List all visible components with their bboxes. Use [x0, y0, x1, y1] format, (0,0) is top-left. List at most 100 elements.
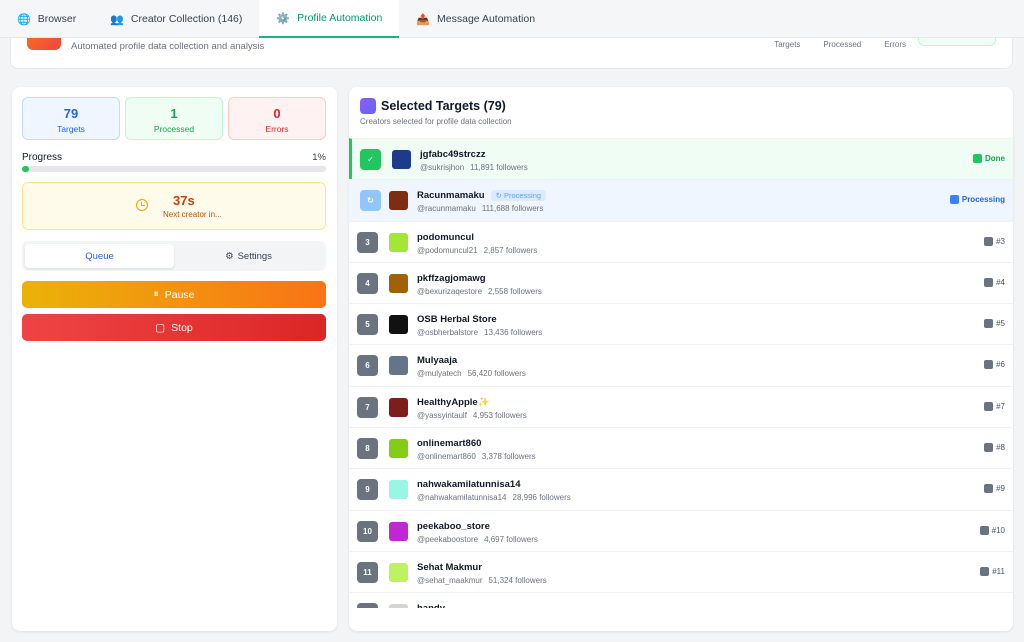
creator-meta: @sehat_maakmur 51,324 followers: [417, 576, 547, 585]
status-text: Done: [985, 154, 1005, 163]
tab-message-automation[interactable]: 📤 Message Automation: [399, 0, 552, 38]
tab-queue[interactable]: Queue: [25, 244, 174, 268]
header-stats: Targets Processed Errors: [774, 40, 906, 49]
clock-icon: [136, 199, 148, 211]
gear-icon: ⚙️: [276, 12, 291, 25]
row-status: #8: [984, 443, 1005, 453]
avatar: [389, 191, 408, 211]
stop-label: Stop: [171, 321, 193, 334]
row-status: #4: [984, 277, 1005, 287]
creator-name: HealthyApple✨: [417, 397, 490, 408]
creator-name: handy: [417, 603, 445, 608]
header-stat-errors: Errors: [884, 40, 906, 49]
targets-panel: Selected Targets (79) Creators selected …: [349, 87, 1013, 631]
table-row[interactable]: 3 podomuncul @podomuncul21 2,857 followers #…: [349, 220, 1013, 262]
status-text: #8: [996, 443, 1005, 453]
creator-name-text: OSB Herbal Store: [417, 314, 497, 326]
creator-meta: @sukrisjhon 11,891 followers: [420, 163, 528, 172]
status-text: #7: [996, 401, 1005, 411]
row-number-badge: 3: [357, 231, 378, 253]
tab-queue-label: Queue: [85, 250, 114, 262]
creator-handle: @sehat_maakmur: [417, 575, 483, 585]
targets-list[interactable]: ✓ jgfabc49strczz @sukrisjhon 11,891 followe…: [349, 138, 1013, 608]
header-subtitle: Automated profile data collection and an…: [71, 41, 265, 52]
creator-name: OSB Herbal Store: [417, 314, 497, 325]
table-row[interactable]: 6 Mulyaaja @mulyatech 56,420 followers #6: [349, 344, 1013, 385]
header-stat-targets: Targets: [774, 40, 801, 49]
row-number-badge: ✓: [360, 149, 381, 170]
creator-name-text: pkffzagjomawg: [417, 272, 486, 284]
avatar: [392, 150, 411, 169]
row-number-badge: 9: [357, 479, 378, 501]
row-number-badge: 4: [357, 272, 378, 294]
row-status: #5: [984, 319, 1005, 329]
status-text: #4: [996, 277, 1005, 287]
table-row[interactable]: 10 peekaboo_store @peekaboostore 4,697 foll…: [349, 509, 1013, 551]
creator-handle: @mulyatech: [417, 369, 462, 379]
tab-profile-automation[interactable]: ⚙️ Profile Automation: [259, 0, 400, 38]
avatar: [389, 273, 408, 293]
pause-icon: [984, 277, 994, 287]
status-text: #6: [996, 360, 1005, 370]
table-row[interactable]: 9 nahwakamilatunnisa14 @nahwakamilatunnisa…: [349, 468, 1013, 509]
creator-followers: 28,996 followers: [512, 493, 571, 503]
creator-name-text: handy: [417, 603, 445, 608]
tab-settings[interactable]: ⚙ Settings: [174, 244, 323, 268]
creator-followers: 3,378 followers: [481, 452, 536, 462]
pause-icon: [984, 319, 994, 329]
tab-creator-collection[interactable]: 👥 Creator Collection (146): [93, 0, 259, 38]
creator-name: Racunmamaku ↻ Processing: [417, 190, 547, 202]
creator-name-text: Sehat Makmur: [417, 561, 482, 573]
creator-name: onlinemart860: [417, 438, 481, 449]
stat-value: 79: [63, 106, 79, 121]
table-row[interactable]: 7 HealthyApple✨ @yassyintaulf 4,953 followe…: [349, 385, 1013, 427]
creator-name-text: podomuncul: [417, 231, 474, 243]
control-panel: 79 Targets 1 Processed 0 Errors Progress…: [12, 87, 337, 631]
creator-name-text: HealthyApple✨: [417, 396, 490, 408]
countdown-card: 37s Next creator in...: [22, 182, 326, 230]
creator-name-text: nahwakamilatunnisa14: [417, 479, 521, 491]
pause-button[interactable]: ⏸ Pause: [22, 281, 326, 308]
stop-button[interactable]: ▢ Stop: [22, 314, 326, 341]
targets-subtitle: Creators selected for profile data colle…: [360, 117, 512, 126]
stat-errors: 0 Errors: [228, 97, 326, 140]
status-text: #9: [996, 484, 1005, 494]
creator-followers: 13,436 followers: [484, 328, 543, 338]
tab-label: Browser: [37, 13, 77, 25]
table-row[interactable]: 12 handy: [349, 592, 1013, 608]
creator-followers: 2,857 followers: [483, 245, 538, 255]
progress-bar: [22, 166, 326, 172]
row-number-badge: 7: [357, 396, 378, 418]
view-toggle: Queue ⚙ Settings: [22, 241, 326, 271]
creator-handle: @podomuncul21: [417, 245, 478, 255]
creator-name-text: peekaboo_store: [417, 520, 490, 532]
progress-label: Progress: [22, 152, 63, 163]
creator-handle: @peekaboostore: [417, 534, 479, 544]
users-icon: 👥: [110, 13, 124, 26]
row-number-badge: 10: [357, 520, 378, 542]
status-text: #11: [992, 566, 1005, 576]
tab-browser[interactable]: 🌐 Browser: [0, 0, 93, 38]
table-row[interactable]: ↻ Racunmamaku ↻ Processing @racunmamaku 111,…: [349, 179, 1013, 221]
header-stat-processed: Processed: [823, 40, 862, 49]
table-row[interactable]: 11 Sehat Makmur @sehat_maakmur 51,324 follo…: [349, 550, 1013, 592]
status-pill: [918, 38, 996, 46]
row-status: #9: [984, 484, 1005, 494]
creator-name: pkffzagjomawg: [417, 273, 486, 284]
stat-processed: 1 Processed: [125, 97, 223, 140]
table-row[interactable]: 5 OSB Herbal Store @osbherbalstore 13,436 f…: [349, 303, 1013, 344]
progress-fill: [22, 166, 29, 172]
creator-followers: 4,953 followers: [472, 410, 527, 420]
creator-handle: @onlinemart860: [417, 452, 476, 462]
pause-icon: ⏸: [153, 288, 159, 300]
targets-title: Selected Targets (79): [381, 99, 506, 113]
creator-name-text: Racunmamaku: [417, 190, 485, 202]
table-row[interactable]: ✓ jgfabc49strczz @sukrisjhon 11,891 followe…: [349, 138, 1013, 180]
table-row[interactable]: 4 pkffzagjomawg @bexurizaqestore 2,558 foll…: [349, 261, 1013, 303]
table-row[interactable]: 8 onlinemart860 @onlinemart860 3,378 follow…: [349, 427, 1013, 468]
row-number-badge: 5: [357, 314, 378, 336]
gear-icon: ⚙: [225, 250, 234, 262]
target-list-icon: [360, 98, 376, 114]
globe-icon: 🌐: [17, 13, 31, 26]
processing-icon: [949, 195, 959, 205]
